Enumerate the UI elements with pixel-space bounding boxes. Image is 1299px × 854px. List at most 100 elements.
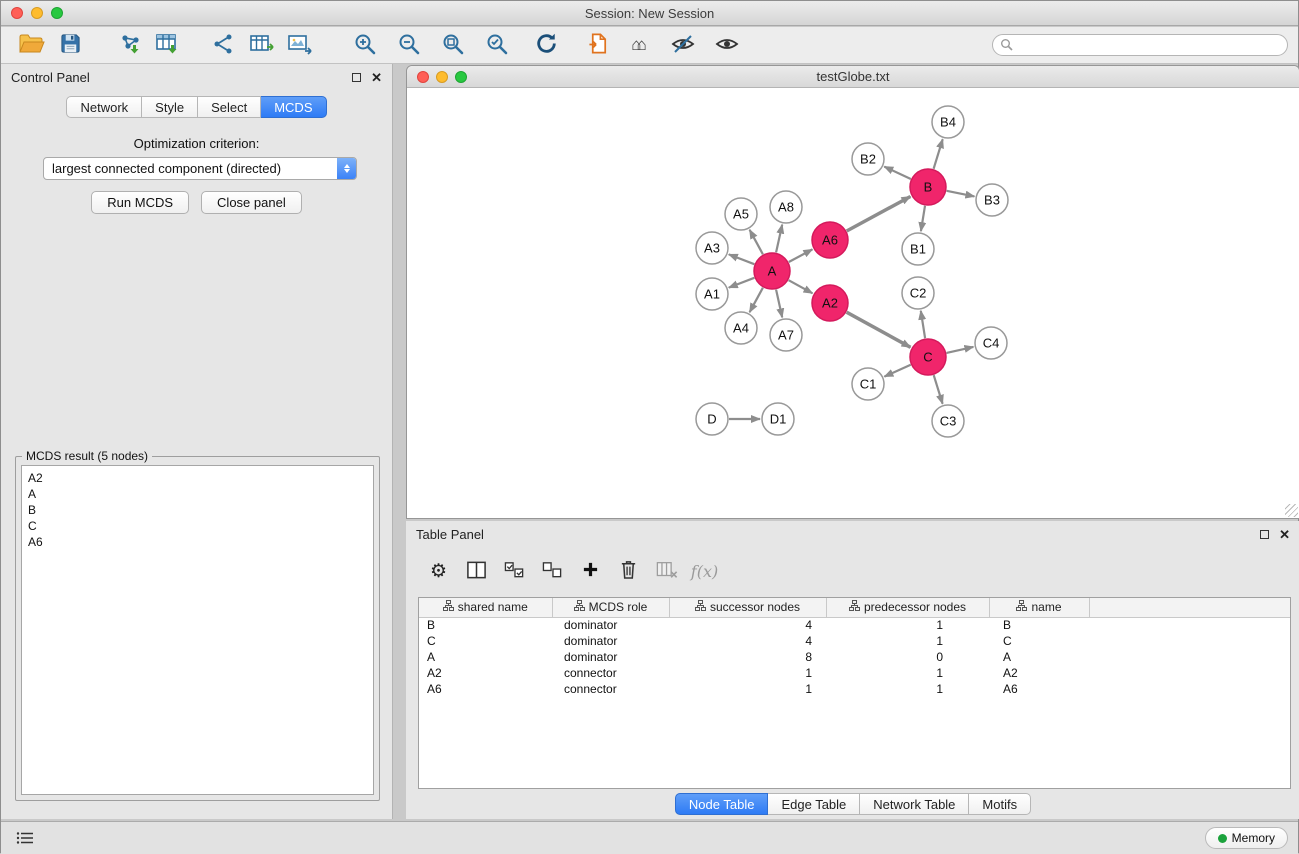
deselect-all-button[interactable]	[536, 555, 569, 587]
close-table-panel-icon[interactable]: ✕	[1279, 528, 1290, 541]
graph-node-D[interactable]: D	[696, 403, 728, 435]
graph-node-A[interactable]: A	[754, 253, 790, 289]
mcds-result-item[interactable]: A6	[28, 534, 367, 550]
table-row[interactable]: Adominator80A	[419, 649, 1290, 665]
network-graph[interactable]: B4B2BB3A8A5A6A3B1AC2A1A2A4A7C4CC1C3DD1	[407, 88, 1299, 518]
graph-node-C4[interactable]: C4	[975, 327, 1007, 359]
table-cell[interactable]: 1	[826, 665, 989, 681]
tab-node-table[interactable]: Node Table	[675, 793, 769, 815]
mcds-result-item[interactable]: A2	[28, 470, 367, 486]
graph-edge-A-A1[interactable]	[729, 278, 755, 288]
table-cell[interactable]: C	[419, 633, 552, 649]
tab-network[interactable]: Network	[66, 96, 142, 118]
table-cell[interactable]: A2	[989, 665, 1089, 681]
graph-edge-A-A4[interactable]	[750, 288, 763, 313]
column-header[interactable]: MCDS role	[552, 598, 669, 617]
open-file-button[interactable]	[13, 29, 51, 61]
graph-node-B[interactable]: B	[910, 169, 946, 205]
graph-edge-A-A8[interactable]	[776, 225, 782, 253]
graph-edge-B-B2[interactable]	[884, 167, 911, 179]
hide-graphics-details-button[interactable]	[661, 29, 705, 61]
graph-node-A2[interactable]: A2	[812, 285, 848, 321]
mcds-result-item[interactable]: A	[28, 486, 367, 502]
mcds-result-item[interactable]: C	[28, 518, 367, 534]
table-cell[interactable]: dominator	[552, 649, 669, 665]
apply-layout-button[interactable]	[527, 29, 565, 61]
graph-node-B1[interactable]: B1	[902, 233, 934, 265]
graph-node-C[interactable]: C	[910, 339, 946, 375]
table-cell[interactable]: A	[419, 649, 552, 665]
graph-edge-C-C3[interactable]	[934, 375, 943, 404]
table-row[interactable]: Bdominator41B	[419, 617, 1290, 633]
new-network-from-selection-button[interactable]	[205, 29, 243, 61]
graph-node-A7[interactable]: A7	[770, 319, 802, 351]
column-header[interactable]: successor nodes	[669, 598, 826, 617]
task-history-button[interactable]	[11, 829, 39, 849]
graph-edge-B-B3[interactable]	[947, 191, 975, 197]
graph-node-A6[interactable]: A6	[812, 222, 848, 258]
table-cell[interactable]: 1	[826, 617, 989, 633]
graph-edge-A-A6[interactable]	[789, 249, 813, 262]
import-network-button[interactable]	[111, 29, 149, 61]
table-cell[interactable]: B	[419, 617, 552, 633]
insert-column-button[interactable]	[460, 555, 493, 587]
table-cell[interactable]: 1	[826, 633, 989, 649]
close-panel-button[interactable]: Close panel	[201, 191, 302, 214]
graph-node-A1[interactable]: A1	[696, 278, 728, 310]
tab-select[interactable]: Select	[198, 96, 261, 118]
graph-node-A4[interactable]: A4	[725, 312, 757, 344]
table-cell[interactable]: 1	[669, 665, 826, 681]
tab-motifs[interactable]: Motifs	[969, 793, 1031, 815]
criterion-select[interactable]: largest connected component (directed)	[43, 157, 357, 180]
mcds-result-item[interactable]: B	[28, 502, 367, 518]
tab-network-table[interactable]: Network Table	[860, 793, 969, 815]
graph-node-A8[interactable]: A8	[770, 191, 802, 223]
table-row[interactable]: Cdominator41C	[419, 633, 1290, 649]
column-header[interactable]: predecessor nodes	[826, 598, 989, 617]
graph-edge-B-B4[interactable]	[934, 139, 943, 169]
graph-edge-C-C2[interactable]	[921, 311, 925, 338]
table-row[interactable]: A2connector11A2	[419, 665, 1290, 681]
table-cell[interactable]: dominator	[552, 617, 669, 633]
delete-row-button[interactable]	[612, 555, 645, 587]
table-settings-button[interactable]: ⚙	[422, 555, 455, 587]
save-session-button[interactable]	[51, 29, 89, 61]
apply-function-button[interactable]: f(x)	[688, 555, 721, 587]
graph-edge-C-C4[interactable]	[947, 347, 974, 353]
graph-node-C3[interactable]: C3	[932, 405, 964, 437]
new-table-from-selection-button[interactable]	[243, 29, 281, 61]
tab-style[interactable]: Style	[142, 96, 198, 118]
add-row-button[interactable]	[574, 555, 607, 587]
delete-column-button[interactable]	[650, 555, 683, 587]
float-panel-icon[interactable]	[352, 73, 361, 82]
select-all-button[interactable]	[498, 555, 531, 587]
table-cell[interactable]: 8	[669, 649, 826, 665]
table-cell[interactable]: dominator	[552, 633, 669, 649]
graph-node-C1[interactable]: C1	[852, 368, 884, 400]
graph-edge-C-C1[interactable]	[884, 365, 910, 377]
run-mcds-button[interactable]: Run MCDS	[91, 191, 189, 214]
graph-node-B4[interactable]: B4	[932, 106, 964, 138]
export-image-button[interactable]	[281, 29, 319, 61]
memory-button[interactable]: Memory	[1205, 827, 1288, 849]
graph-edge-A2-C[interactable]	[847, 312, 911, 347]
zoom-fit-button[interactable]	[431, 29, 475, 61]
graph-edge-A-A3[interactable]	[729, 254, 755, 264]
table-cell[interactable]: 0	[826, 649, 989, 665]
table-cell[interactable]: connector	[552, 681, 669, 697]
table-cell[interactable]: A6	[419, 681, 552, 697]
graph-node-D1[interactable]: D1	[762, 403, 794, 435]
column-header[interactable]: name	[989, 598, 1089, 617]
graph-node-A3[interactable]: A3	[696, 232, 728, 264]
table-cell[interactable]: C	[989, 633, 1089, 649]
export-document-button[interactable]	[579, 29, 617, 61]
tab-mcds[interactable]: MCDS	[261, 96, 326, 118]
home-view-button[interactable]: ⌂⌂	[617, 29, 661, 61]
graph-node-B3[interactable]: B3	[976, 184, 1008, 216]
graph-edge-A-A7[interactable]	[776, 290, 782, 318]
table-cell[interactable]: A	[989, 649, 1089, 665]
table-cell[interactable]: 4	[669, 617, 826, 633]
zoom-in-button[interactable]	[343, 29, 387, 61]
table-cell[interactable]: 1	[669, 681, 826, 697]
graph-edge-B-B1[interactable]	[921, 206, 925, 231]
